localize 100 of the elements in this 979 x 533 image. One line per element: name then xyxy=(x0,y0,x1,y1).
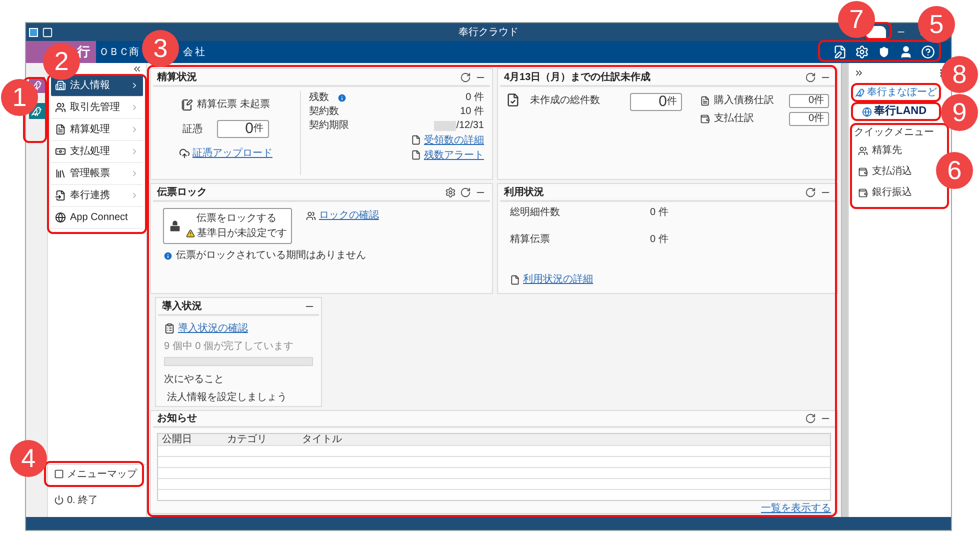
window-icon xyxy=(42,26,53,38)
stat-label: 契約数 xyxy=(309,104,339,119)
app-icon xyxy=(29,28,38,36)
usage-label: 精算伝票 xyxy=(510,232,551,247)
voucher-icon xyxy=(181,98,194,110)
panel-title: 4月13日（月）までの仕訳未作成 xyxy=(504,70,651,84)
progress-text: 9 個中 0 個が完了しています xyxy=(164,340,294,354)
shield-icon[interactable] xyxy=(877,45,891,59)
scrollbar[interactable] xyxy=(841,63,848,517)
notepad-icon[interactable] xyxy=(833,45,847,59)
callout-number: 1 xyxy=(1,79,38,116)
menu-item[interactable]: 支払処理 xyxy=(51,141,143,163)
warning-icon xyxy=(186,229,195,238)
menu-item[interactable]: 奉行連携 xyxy=(51,185,143,207)
lock-icon xyxy=(168,219,182,233)
callout-number: 9 xyxy=(941,94,978,131)
redacted-area xyxy=(434,120,456,130)
upload-link[interactable]: 証憑アップロード xyxy=(192,146,272,161)
column-header[interactable]: 公開日 xyxy=(162,432,227,447)
bird-icon xyxy=(855,88,865,98)
callout-number: 6 xyxy=(936,152,973,189)
detail-link[interactable]: 受領数の詳細 xyxy=(424,132,484,148)
info-message: 伝票がロックされている期間はありません xyxy=(176,248,366,263)
callout-number: 8 xyxy=(941,56,978,93)
stat-value: 0 件 xyxy=(466,91,484,105)
document-icon xyxy=(700,96,710,106)
refresh-icon[interactable] xyxy=(460,72,471,82)
user-check-icon xyxy=(306,210,316,220)
info-icon xyxy=(163,250,173,260)
panel-title: お知らせ xyxy=(157,412,197,426)
upload-icon xyxy=(178,148,190,159)
settings-icon[interactable] xyxy=(445,186,456,198)
power-icon xyxy=(54,495,64,505)
menu-item[interactable]: 取引先管理 xyxy=(51,97,143,119)
clipboard-icon xyxy=(164,323,175,334)
menu-icon xyxy=(55,190,66,201)
stat-label: 契約期限 xyxy=(309,118,349,133)
detail-link[interactable]: 残数アラート xyxy=(424,148,484,162)
count-field: 0件 xyxy=(789,94,829,108)
menu-footer-item[interactable]: メニューマップ xyxy=(51,465,140,483)
refresh-icon[interactable] xyxy=(805,72,816,82)
company-name: 会社 xyxy=(183,46,207,60)
refresh-icon[interactable] xyxy=(805,413,816,424)
setup-check-link[interactable]: 導入状況の確認 xyxy=(178,321,248,336)
lock-check-link[interactable]: ロックの確認 xyxy=(319,208,379,223)
document-icon xyxy=(411,135,421,145)
menu-item[interactable]: 法人情報 xyxy=(51,75,143,97)
lock-button[interactable]: 伝票をロックする 基準日が未設定です xyxy=(163,208,292,244)
menu-icon xyxy=(55,124,66,135)
panel-title: 精算状況 xyxy=(157,70,197,84)
menu-icon xyxy=(55,212,66,223)
land-button[interactable]: 奉行LAND xyxy=(862,104,927,119)
count-field: 0件 xyxy=(630,93,682,111)
column-header[interactable]: タイトル xyxy=(302,432,342,447)
usage-value: 0 件 xyxy=(650,206,668,220)
map-icon xyxy=(54,469,64,479)
quick-menu-icon xyxy=(858,188,868,198)
manabo-button[interactable]: 奉行まなぼーど xyxy=(855,85,937,100)
callout-number: 5 xyxy=(918,6,955,43)
collapse-icon[interactable] xyxy=(132,64,142,74)
menu-footer-item[interactable]: 0. 終了 xyxy=(51,489,102,511)
stat-value: 10 件 xyxy=(460,105,484,119)
globe-icon xyxy=(862,106,872,116)
status-label: 精算伝票 未起票 xyxy=(197,98,270,112)
menu-icon xyxy=(55,168,66,179)
menu-icon xyxy=(55,146,66,157)
stat-label: 残数 xyxy=(309,90,329,105)
document-icon xyxy=(510,274,520,284)
count-field: 0件 xyxy=(789,112,829,126)
info-icon[interactable] xyxy=(337,92,347,102)
usage-detail-link[interactable]: 利用状況の詳細 xyxy=(523,272,593,287)
panel-title: 利用状況 xyxy=(504,186,544,200)
quick-menu-icon xyxy=(858,166,868,176)
panel-title: 伝票ロック xyxy=(157,186,207,200)
field-label: 購入債務仕訳 xyxy=(714,94,774,108)
field-label: 支払仕訳 xyxy=(714,112,754,126)
help-icon[interactable] xyxy=(921,45,935,59)
quick-menu-title: クイックメニュー xyxy=(854,126,935,140)
payment-icon xyxy=(700,114,710,124)
column-header[interactable]: カテゴリ xyxy=(227,432,302,447)
stat-value: /12/31 xyxy=(456,119,484,133)
expand-icon[interactable] xyxy=(854,68,864,78)
user-icon[interactable] xyxy=(899,45,913,59)
callout-number: 4 xyxy=(10,440,47,477)
menu-icon xyxy=(55,80,66,91)
usage-value: 0 件 xyxy=(650,233,668,247)
menu-item[interactable]: 精算処理 xyxy=(51,119,143,141)
menu-icon xyxy=(55,102,66,113)
show-list-link[interactable]: 一覧を表示する xyxy=(761,501,831,516)
document-icon xyxy=(411,150,421,160)
menu-item[interactable]: App Connect xyxy=(51,207,143,229)
quick-menu-icon xyxy=(858,146,868,156)
refresh-icon[interactable] xyxy=(460,186,471,198)
panel-title: 導入状況 xyxy=(162,299,202,314)
field-label: 未作成の総件数 xyxy=(530,94,601,108)
menu-item[interactable]: 管理帳票 xyxy=(51,163,143,185)
next-heading: 次にやること xyxy=(164,373,225,387)
refresh-icon[interactable] xyxy=(805,186,816,198)
company-name: ＯＢＣ商 xyxy=(99,46,139,60)
count-field: 0件 xyxy=(216,120,268,138)
